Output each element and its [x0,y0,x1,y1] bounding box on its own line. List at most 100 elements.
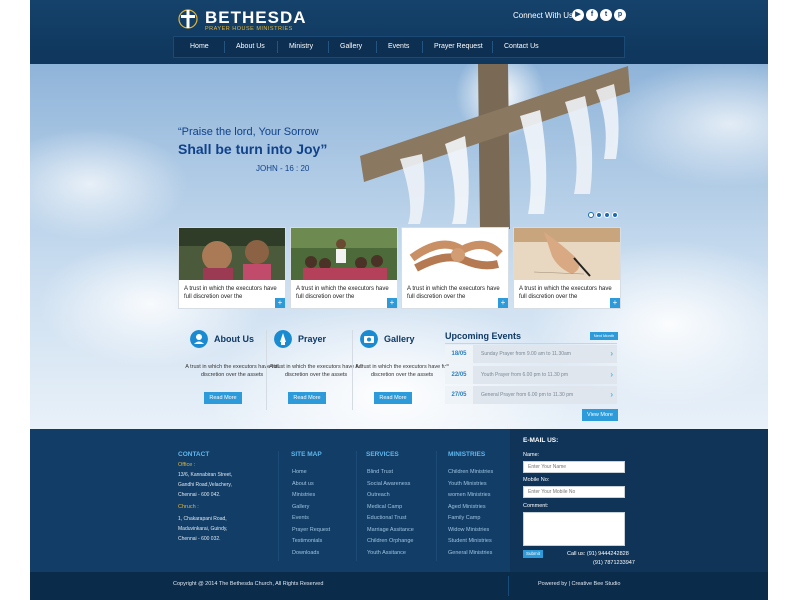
name-label: Name: [523,452,540,458]
church-label: Chruch : [178,504,199,510]
bottom-bar: Copyright @ 2014 The Bethesda Church, Al… [30,572,768,600]
nav-divider [492,41,493,53]
sitemap-link[interactable]: Downloads [292,550,319,556]
powered-by-text[interactable]: Powered by | Creative Bee Studio [538,581,620,587]
plus-icon[interactable]: + [610,298,620,308]
services-link[interactable]: Eductional Trust [367,515,406,521]
nav-contact-us[interactable]: Contact Us [504,37,539,57]
slider-dot[interactable] [596,212,602,218]
plus-icon[interactable]: + [275,298,285,308]
ministries-link[interactable]: Widow Ministries [448,527,489,533]
logo[interactable]: BETHESDA PRAYER HOUSE MINISTRIES [178,6,306,32]
ministries-link[interactable]: Family Camp [448,515,480,521]
feature-title: Prayer [298,334,327,344]
pinterest-icon[interactable]: p [614,9,626,21]
event-date: 22/05 [445,366,473,384]
event-row[interactable]: 27/05 General Prayer from 6.00 pm to 11.… [445,386,617,404]
event-text: General Prayer from 6.00 pm to 11.30 pm [481,392,574,398]
feature-card[interactable]: A trust in which the executors have full… [290,227,398,309]
sitemap-link[interactable]: Home [292,469,307,475]
mobile-label: Mobile No: [523,477,550,483]
nav-prayer-request[interactable]: Prayer Request [434,37,483,57]
call-us-line: (91) 7871233947 [593,560,635,566]
name-input[interactable] [523,461,625,473]
event-date: 18/05 [445,345,473,363]
read-more-button[interactable]: Read More [204,392,242,404]
user-icon [190,330,208,348]
view-more-button[interactable]: View More [582,409,618,421]
services-link[interactable]: Youth Assitance [367,550,406,556]
sitemap-link[interactable]: Events [292,515,309,521]
nav-divider [224,41,225,53]
sitemap-link[interactable]: Ministries [292,492,315,498]
next-month-button[interactable]: Next Month [590,332,618,340]
card-text: A trust in which the executors have full… [184,286,277,300]
children-photo [179,228,285,280]
nav-gallery[interactable]: Gallery [340,37,362,57]
nav-events[interactable]: Events [388,37,409,57]
event-text: Sunday Prayer from 9.00 am to 11.30am [481,351,571,357]
writing-hand-photo [514,228,620,280]
feature-gallery: Gallery A trust in which the executors h… [355,330,449,410]
camera-icon [360,330,378,348]
event-date: 27/05 [445,386,473,404]
ministries-link[interactable]: women Ministries [448,492,490,498]
sitemap-link[interactable]: Prayer Request [292,527,330,533]
services-heading: SERVICES [366,451,399,458]
plus-icon[interactable]: + [498,298,508,308]
services-link[interactable]: Social Awareness [367,481,410,487]
ministries-link[interactable]: General Ministries [448,550,492,556]
nav-divider [328,41,329,53]
facebook-icon[interactable]: f [586,9,598,21]
services-link[interactable]: Outreach [367,492,390,498]
twitter-icon[interactable]: t [600,9,612,21]
chevron-right-icon: › [610,370,613,379]
submit-button[interactable]: Submit [523,550,543,558]
feature-title: About Us [214,334,254,344]
nav-divider [422,41,423,53]
sitemap-link[interactable]: Gallery [292,504,309,510]
services-link[interactable]: Blind Trust [367,469,393,475]
ministries-link[interactable]: Student Ministries [448,538,492,544]
copyright-text: Copyright @ 2014 The Bethesda Church, Al… [173,581,324,587]
mobile-input[interactable] [523,486,625,498]
ministries-link[interactable]: Children Ministries [448,469,493,475]
event-row[interactable]: 22/05 Youth Prayer from 6.00 pm to 11.30… [445,366,617,384]
comment-textarea[interactable] [523,512,625,546]
sitemap-link[interactable]: About us [292,481,314,487]
event-row[interactable]: 18/05 Sunday Prayer from 9.00 am to 11.3… [445,345,617,363]
contact-heading: CONTACT [178,451,210,458]
main-nav: Home About Us Ministry Gallery Events Pr… [173,36,625,58]
feature-card[interactable]: A trust in which the executors have full… [178,227,286,309]
event-text: Youth Prayer from 6.00 pm to 11.30 pm [481,372,568,378]
site-header: BETHESDA PRAYER HOUSE MINISTRIES Connect… [30,0,768,64]
slider-dot[interactable] [604,212,610,218]
read-more-button[interactable]: Read More [374,392,412,404]
slider-dot-active[interactable] [588,212,594,218]
services-link[interactable]: Medical Camp [367,504,402,510]
feature-card[interactable]: A trust in which the executors have full… [513,227,621,309]
services-link[interactable]: Children Orphange [367,538,413,544]
nav-home[interactable]: Home [190,37,209,57]
feature-title: Gallery [384,334,415,344]
ministries-link[interactable]: Aged Ministries [448,504,486,510]
youtube-icon[interactable]: ▶ [572,9,584,21]
services-link[interactable]: Marriage Assitance [367,527,414,533]
events-title: Upcoming Events [445,331,522,341]
connect-label: Connect With Us [513,11,574,20]
nav-divider [376,41,377,53]
church-address-line: 1, Chakarapani Road, [178,516,227,522]
ministries-link[interactable]: Youth Ministries [448,481,487,487]
sitemap-heading: SITE MAP [291,451,322,458]
nav-divider [277,41,278,53]
slider-dot[interactable] [612,212,618,218]
nav-about-us[interactable]: About Us [236,37,265,57]
sitemap-link[interactable]: Testimonials [292,538,322,544]
plus-icon[interactable]: + [387,298,397,308]
read-more-button[interactable]: Read More [288,392,326,404]
bottom-divider [508,576,509,596]
footer-divider [436,451,437,561]
nav-ministry[interactable]: Ministry [289,37,313,57]
feature-card[interactable]: A trust in which the executors have full… [401,227,509,309]
card-text: A trust in which the executors have full… [407,286,500,300]
